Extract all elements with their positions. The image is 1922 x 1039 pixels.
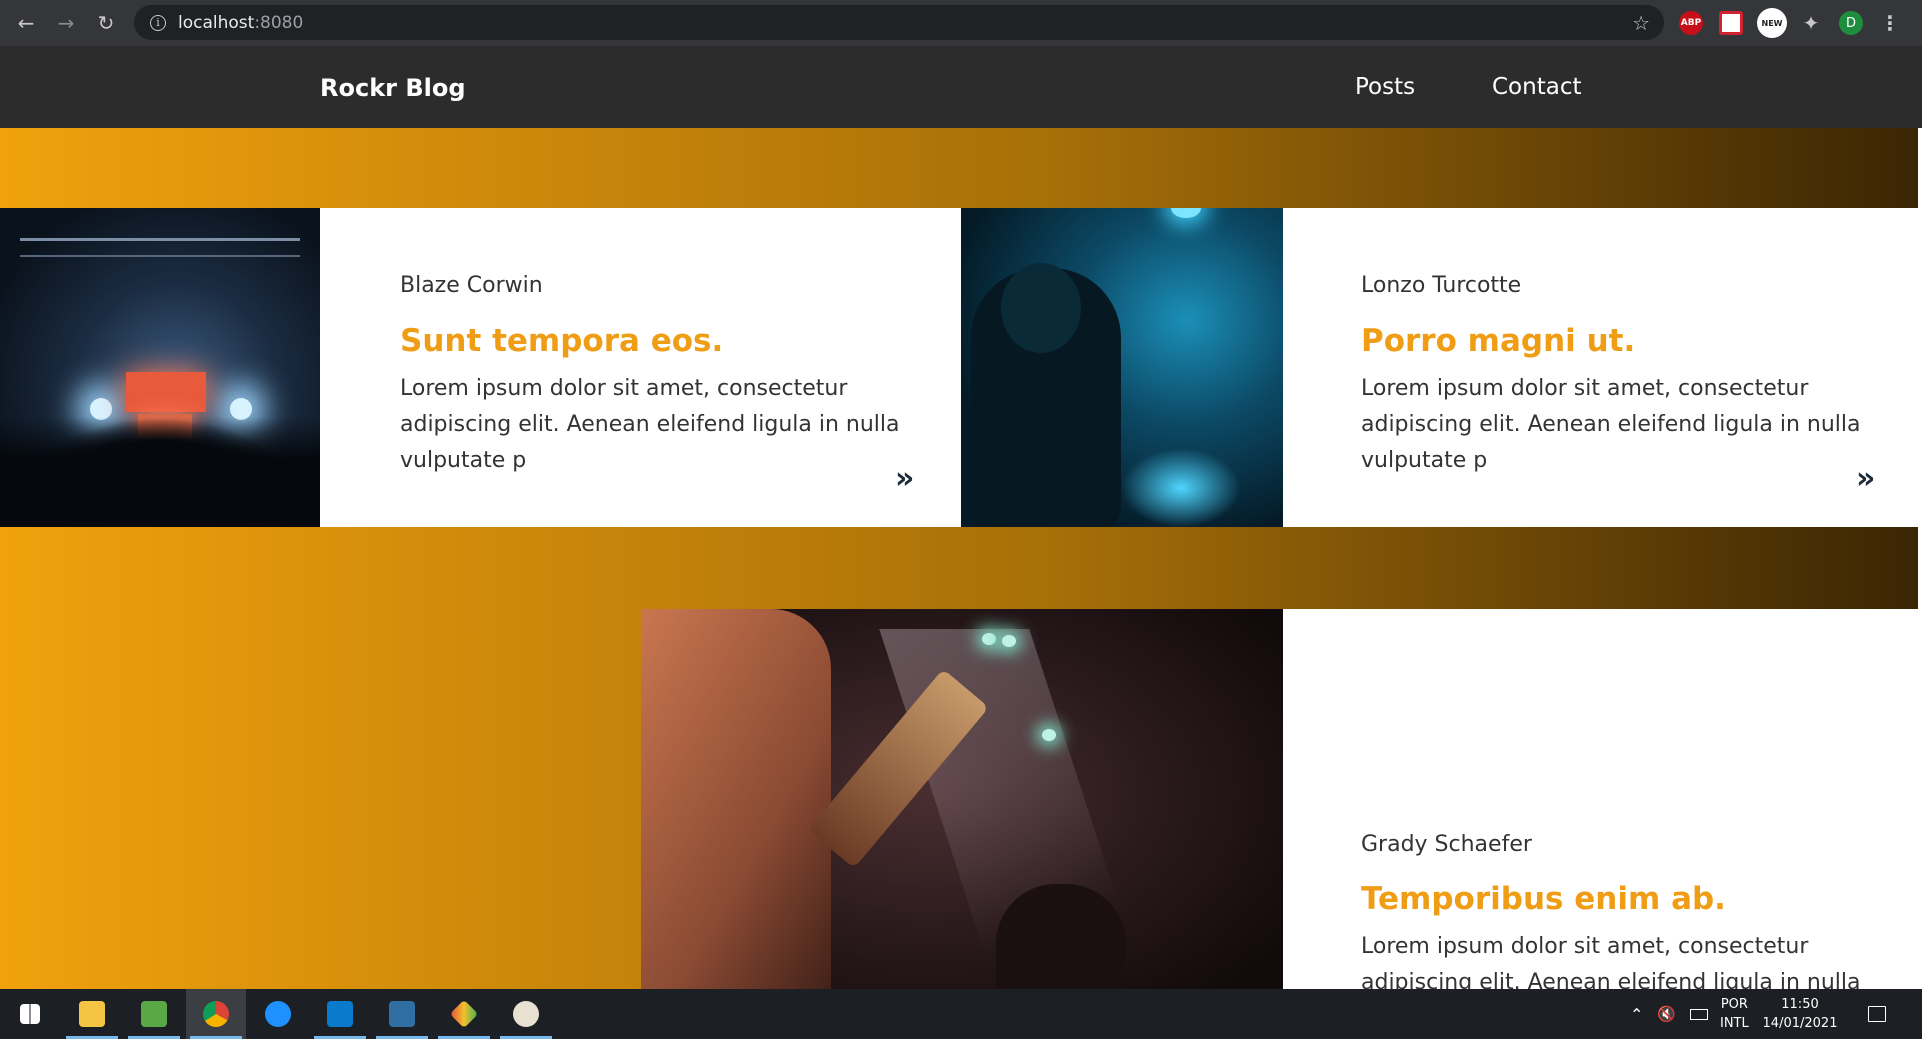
reload-icon[interactable]: ↻: [92, 9, 120, 37]
chrome-icon[interactable]: [186, 989, 246, 1039]
pocket-extension-icon[interactable]: [1719, 11, 1743, 35]
post-title[interactable]: Porro magni ut.: [1361, 323, 1635, 359]
git-tool-icon[interactable]: [434, 989, 494, 1039]
browser-toolbar: ← → ↻ i localhost:8080 ☆ ABP NEW ✦ D ⋮: [0, 0, 1922, 46]
forward-icon[interactable]: →: [52, 9, 80, 37]
post-card-1[interactable]: Blaze Corwin Sunt tempora eos. Lorem ips…: [320, 208, 961, 527]
post-image-concert-crowd[interactable]: [0, 208, 320, 527]
browser-menu-icon[interactable]: ⋮: [1878, 11, 1902, 35]
taskbar: ⌃ 🔇 POR INTL 11:50 14/01/2021: [0, 989, 1922, 1039]
post-card-2[interactable]: Lonzo Turcotte Porro magni ut. Lorem ips…: [1283, 208, 1918, 527]
show-hidden-icons-icon[interactable]: ⌃: [1630, 989, 1643, 1039]
vscode-icon[interactable]: [310, 989, 370, 1039]
post-author: Grady Schaefer: [1361, 832, 1532, 857]
post-image-guitarist[interactable]: [641, 609, 1283, 1017]
profile-avatar[interactable]: D: [1839, 11, 1863, 35]
back-icon[interactable]: ←: [12, 9, 40, 37]
keyboard-layout: INTL: [1720, 1016, 1749, 1031]
clock-time: 11:50: [1781, 997, 1819, 1012]
extensions-puzzle-icon[interactable]: ✦: [1799, 11, 1823, 35]
post-excerpt: Lorem ipsum dolor sit amet, consectetur …: [400, 376, 900, 473]
site-brand[interactable]: Rockr Blog: [320, 74, 466, 102]
url-port: :8080: [254, 12, 304, 33]
start-menu-icon[interactable]: [0, 989, 60, 1039]
bookmark-star-icon[interactable]: ☆: [1632, 11, 1650, 35]
file-explorer-icon[interactable]: [62, 989, 122, 1039]
post-author: Blaze Corwin: [400, 273, 543, 298]
address-bar[interactable]: i localhost:8080 ☆: [134, 5, 1664, 40]
post-title[interactable]: Temporibus enim ab.: [1361, 881, 1726, 917]
post-card-3[interactable]: Grady Schaefer Temporibus enim ab. Lorem…: [1283, 609, 1918, 989]
post-excerpt: Lorem ipsum dolor sit amet, consectetur …: [1361, 934, 1861, 989]
post-author: Lonzo Turcotte: [1361, 273, 1522, 298]
read-more-arrow-icon[interactable]: »: [1856, 461, 1876, 496]
new-tab-extension-icon[interactable]: NEW: [1757, 8, 1787, 38]
system-clock[interactable]: 11:50 14/01/2021: [1760, 995, 1840, 1033]
language-code: POR: [1720, 997, 1748, 1012]
image-viewer-icon[interactable]: [124, 989, 184, 1039]
sql-tool-icon[interactable]: [372, 989, 432, 1039]
post-excerpt: Lorem ipsum dolor sit amet, consectetur …: [1361, 376, 1861, 473]
gradient-band-top: [0, 128, 1918, 208]
post-title[interactable]: Sunt tempora eos.: [400, 323, 723, 359]
notifications-icon[interactable]: [1868, 989, 1886, 1039]
keyboard-language[interactable]: POR INTL: [1720, 995, 1749, 1033]
site-info-icon[interactable]: i: [150, 14, 166, 31]
adblock-extension-icon[interactable]: ABP: [1679, 11, 1703, 35]
battery-icon[interactable]: [1690, 989, 1708, 1039]
volume-muted-icon[interactable]: 🔇: [1657, 989, 1676, 1039]
post-image-singer[interactable]: [961, 208, 1283, 527]
url-host: localhost: [178, 12, 255, 33]
nav-link-contact[interactable]: Contact: [1492, 74, 1581, 100]
browser-compass-icon[interactable]: [248, 989, 308, 1039]
site-header: Rockr Blog Posts Contact: [0, 46, 1922, 128]
nav-link-posts[interactable]: Posts: [1355, 74, 1415, 100]
paint-icon[interactable]: [496, 989, 556, 1039]
read-more-arrow-icon[interactable]: »: [895, 461, 915, 496]
clock-date: 14/01/2021: [1762, 1016, 1838, 1031]
